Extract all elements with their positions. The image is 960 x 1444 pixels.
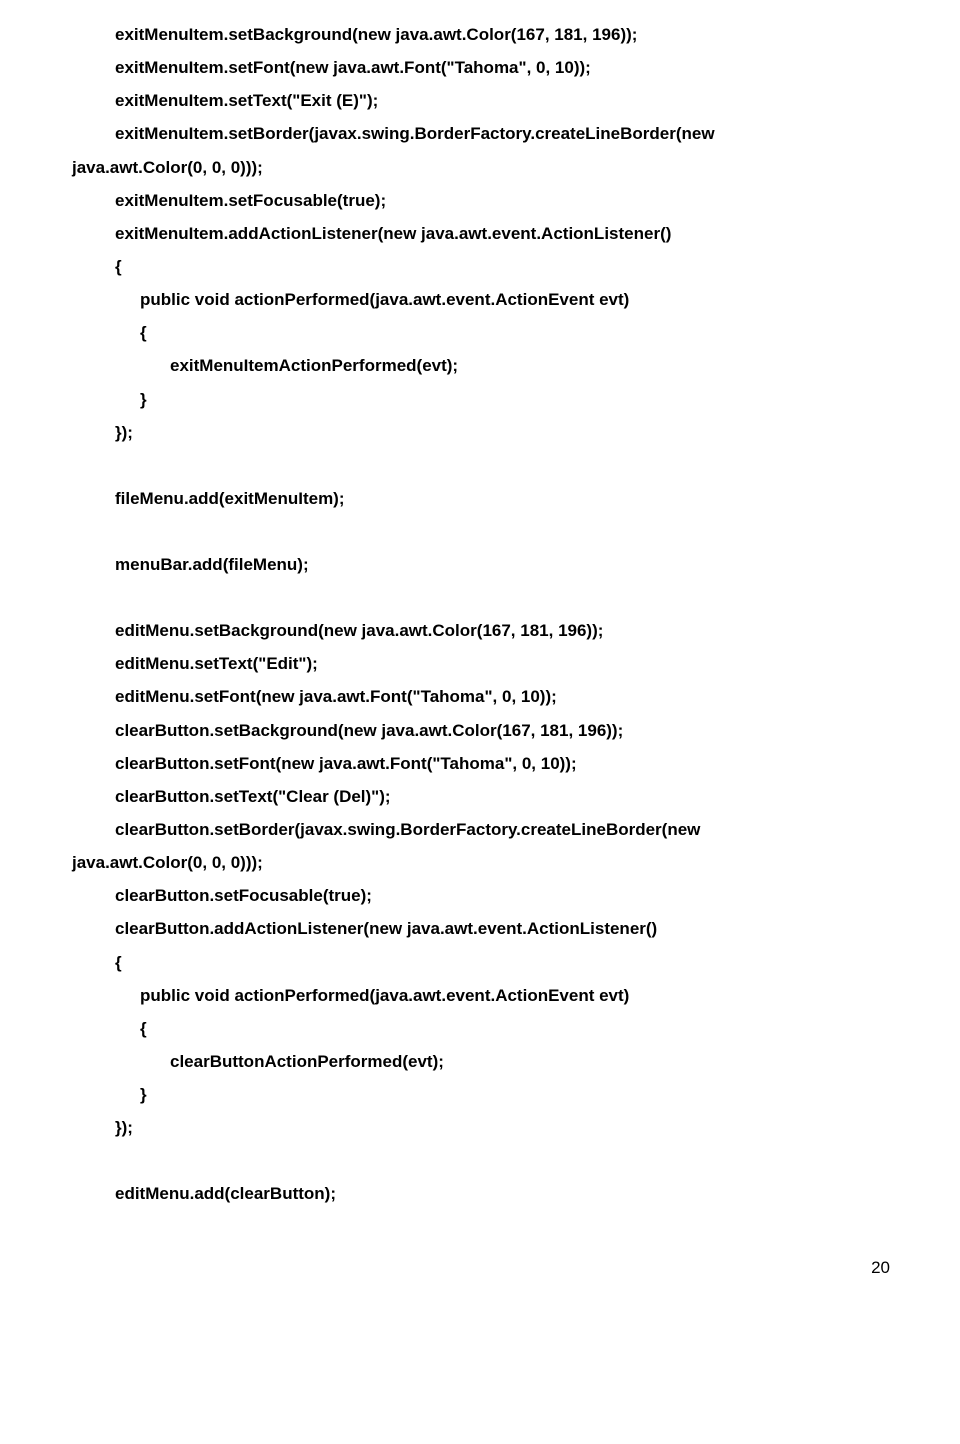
code-line: java.awt.Color(0, 0, 0))); (60, 151, 900, 184)
code-line: editMenu.setBackground(new java.awt.Colo… (60, 614, 900, 647)
blank-line (60, 581, 900, 614)
code-line: fileMenu.add(exitMenuItem); (60, 482, 900, 515)
code-line: editMenu.add(clearButton); (60, 1177, 900, 1210)
code-line: clearButton.setBorder(javax.swing.Border… (60, 813, 900, 846)
code-line: clearButtonActionPerformed(evt); (60, 1045, 900, 1078)
code-line: public void actionPerformed(java.awt.eve… (60, 979, 900, 1012)
code-line: editMenu.setText("Edit"); (60, 647, 900, 680)
code-line: exitMenuItem.setBorder(javax.swing.Borde… (60, 117, 900, 150)
blank-line (60, 1144, 900, 1177)
code-line: clearButton.setText("Clear (Del)"); (60, 780, 900, 813)
code-line: { (60, 946, 900, 979)
code-line: clearButton.setFocusable(true); (60, 879, 900, 912)
code-line: { (60, 316, 900, 349)
blank-line (60, 449, 900, 482)
code-line: clearButton.setFont(new java.awt.Font("T… (60, 747, 900, 780)
code-line: exitMenuItem.setText("Exit (E)"); (60, 84, 900, 117)
code-line: menuBar.add(fileMenu); (60, 548, 900, 581)
code-line: { (60, 250, 900, 283)
code-line: clearButton.setBackground(new java.awt.C… (60, 714, 900, 747)
page-number: 20 (60, 1211, 900, 1284)
code-line: exitMenuItem.addActionListener(new java.… (60, 217, 900, 250)
code-line: java.awt.Color(0, 0, 0))); (60, 846, 900, 879)
code-line: { (60, 1012, 900, 1045)
code-line: exitMenuItem.setFont(new java.awt.Font("… (60, 51, 900, 84)
blank-line (60, 515, 900, 548)
code-line: }); (60, 1111, 900, 1144)
code-line: exitMenuItemActionPerformed(evt); (60, 349, 900, 382)
code-line: }); (60, 416, 900, 449)
code-line: editMenu.setFont(new java.awt.Font("Taho… (60, 680, 900, 713)
code-line: clearButton.addActionListener(new java.a… (60, 912, 900, 945)
code-line: exitMenuItem.setFocusable(true); (60, 184, 900, 217)
code-line: exitMenuItem.setBackground(new java.awt.… (60, 18, 900, 51)
code-line: } (60, 1078, 900, 1111)
code-line: public void actionPerformed(java.awt.eve… (60, 283, 900, 316)
code-line: } (60, 383, 900, 416)
